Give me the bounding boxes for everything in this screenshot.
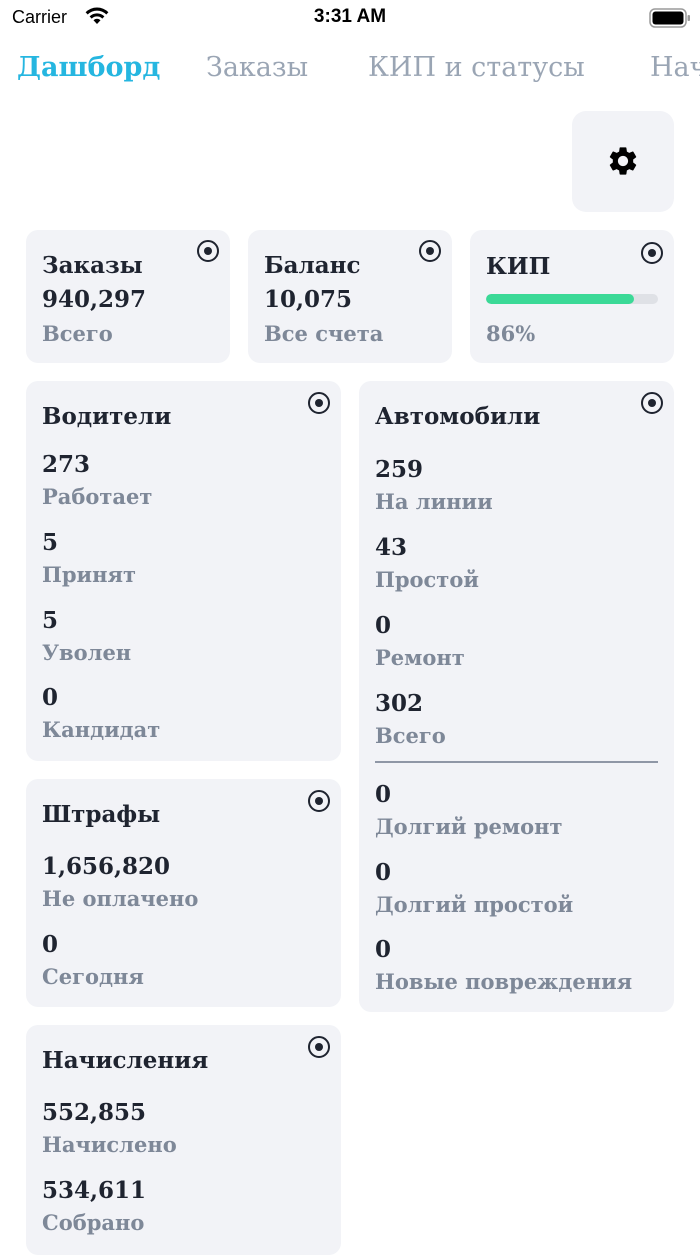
card-title: Баланс xyxy=(264,252,361,279)
tab-accruals[interactable]: Начисления xyxy=(650,52,700,83)
stat-value: 0 xyxy=(375,781,392,808)
cars-card[interactable]: Автомобили 259 На линии 43 Простой 0 Рем… xyxy=(359,381,674,1012)
kip-progress-fill xyxy=(486,294,634,304)
settings-button[interactable] xyxy=(572,111,674,212)
stat-value: 552,855 xyxy=(42,1099,147,1126)
target-icon[interactable] xyxy=(307,391,331,415)
target-icon[interactable] xyxy=(640,241,664,265)
status-time: 3:31 AM xyxy=(313,6,387,27)
stat-value: 273 xyxy=(42,451,91,478)
fines-card[interactable]: Штрафы 1,656,820 Не оплачено 0 Сегодня xyxy=(26,779,341,1007)
stat-value: 940,297 xyxy=(42,286,147,313)
orders-card[interactable]: Заказы 940,297 Всего xyxy=(26,230,230,363)
target-icon[interactable] xyxy=(640,391,664,415)
stat-label: Новые повреждения xyxy=(375,969,633,994)
stat-label: Долгий ремонт xyxy=(375,814,563,839)
target-icon[interactable] xyxy=(418,239,442,263)
card-title: Автомобили xyxy=(375,403,541,430)
card-title: Заказы xyxy=(42,252,143,279)
stat-value: 0 xyxy=(42,684,59,711)
stat-value: 0 xyxy=(375,859,392,886)
stat-value: 5 xyxy=(42,529,59,556)
stat-value: 5 xyxy=(42,607,59,634)
tab-bar: Дашборд Заказы КИП и статусы Начисления xyxy=(0,52,700,96)
stat-label: Кандидат xyxy=(42,717,161,742)
tab-orders[interactable]: Заказы xyxy=(206,52,308,83)
stat-label: На линии xyxy=(375,489,493,514)
card-title: Водители xyxy=(42,403,172,430)
kip-card[interactable]: КИП 86% xyxy=(470,230,674,363)
stat-label: Все счета xyxy=(264,321,384,346)
card-title: Начисления xyxy=(42,1047,209,1074)
kip-percent: 86% xyxy=(486,321,536,346)
stat-label: Начислено xyxy=(42,1132,177,1157)
stat-label: Сегодня xyxy=(42,964,144,989)
divider xyxy=(375,761,658,763)
stat-value: 43 xyxy=(375,534,408,561)
stat-value: 0 xyxy=(375,612,392,639)
stat-label: Работает xyxy=(42,484,153,509)
stat-label: Всего xyxy=(375,723,446,748)
stat-label: Уволен xyxy=(42,640,132,665)
stat-value: 259 xyxy=(375,456,424,483)
stat-label: Ремонт xyxy=(375,645,465,670)
battery-icon xyxy=(649,8,690,28)
card-title: КИП xyxy=(486,253,551,280)
stat-value: 1,656,820 xyxy=(42,853,171,880)
stat-label: Не оплачено xyxy=(42,886,199,911)
stat-label: Всего xyxy=(42,321,113,346)
stat-label: Простой xyxy=(375,567,479,592)
stat-value: 534,611 xyxy=(42,1177,147,1204)
stat-label: Долгий простой xyxy=(375,892,574,917)
drivers-card[interactable]: Водители 273 Работает 5 Принят 5 Уволен … xyxy=(26,381,341,761)
tab-dashboard[interactable]: Дашборд xyxy=(17,52,160,83)
gear-icon xyxy=(609,147,637,175)
accruals-card[interactable]: Начисления 552,855 Начислено 534,611 Соб… xyxy=(26,1025,341,1255)
target-icon[interactable] xyxy=(307,789,331,813)
balance-card[interactable]: Баланс 10,075 Все счета xyxy=(248,230,452,363)
target-icon[interactable] xyxy=(196,239,220,263)
stat-value: 302 xyxy=(375,690,424,717)
stat-label: Собрано xyxy=(42,1210,145,1235)
kip-progress-bar xyxy=(486,294,658,304)
stat-value: 0 xyxy=(42,931,59,958)
stat-value: 0 xyxy=(375,936,392,963)
card-title: Штрафы xyxy=(42,801,161,828)
tab-kip-statuses[interactable]: КИП и статусы xyxy=(368,52,585,83)
stat-label: Принят xyxy=(42,562,136,587)
status-bar: Carrier 3:31 AM xyxy=(0,0,700,36)
stat-value: 10,075 xyxy=(264,286,353,313)
target-icon[interactable] xyxy=(307,1035,331,1059)
